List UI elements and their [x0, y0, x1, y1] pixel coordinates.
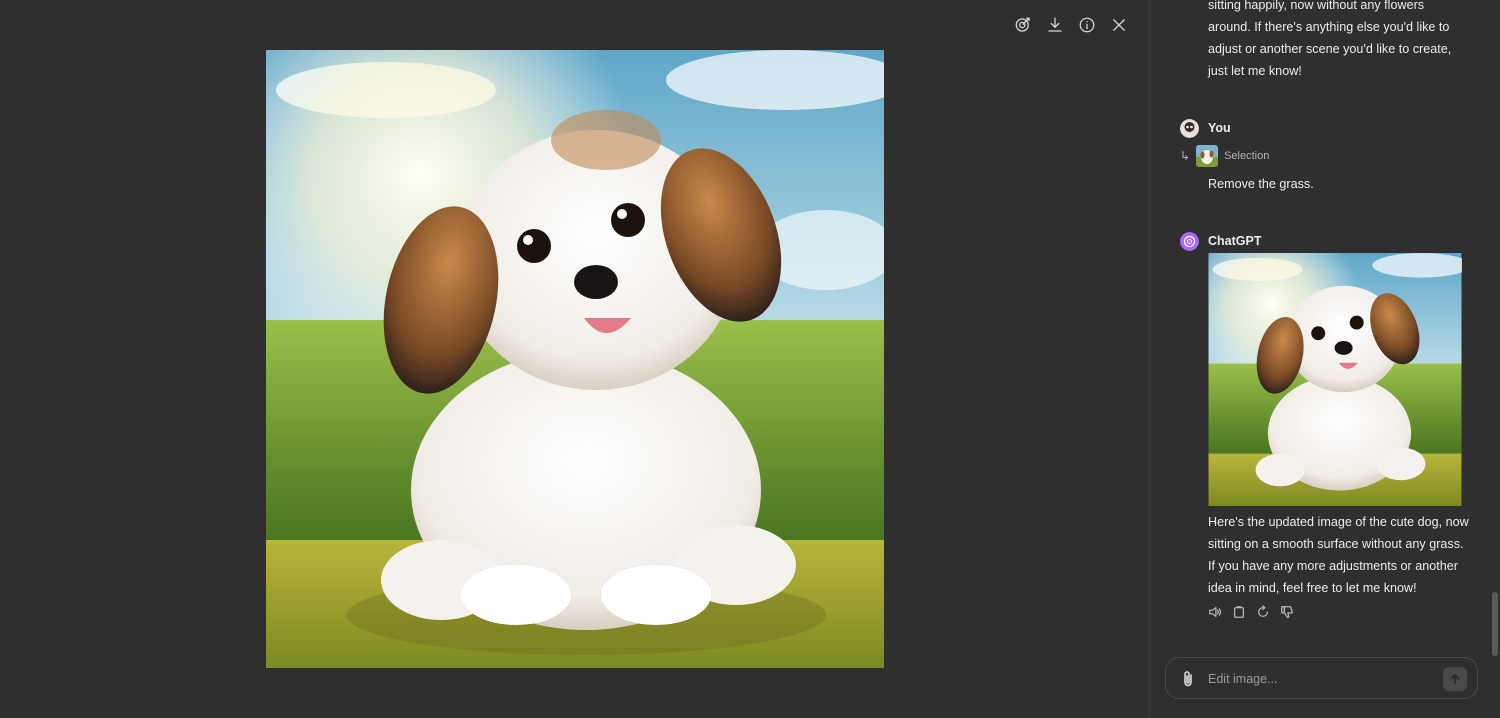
edit-selection-icon — [1015, 17, 1030, 32]
user-avatar — [1180, 119, 1199, 138]
regenerate-icon — [1257, 605, 1269, 618]
paperclip-icon — [1184, 671, 1192, 687]
user-message-text: Remove the grass. — [1208, 177, 1314, 191]
arrow-up-icon — [1450, 674, 1460, 684]
copy-icon — [1233, 606, 1245, 618]
regenerate-button[interactable] — [1256, 605, 1270, 619]
info-button[interactable] — [1077, 14, 1097, 36]
edit-selection-button[interactable] — [1013, 14, 1033, 36]
info-icon — [1079, 17, 1095, 33]
read-aloud-button[interactable] — [1208, 605, 1222, 619]
attach-button[interactable] — [1180, 670, 1196, 688]
download-icon — [1048, 17, 1062, 32]
user-author-name: You — [1208, 121, 1231, 135]
selection-thumbnail — [1196, 145, 1219, 167]
selection-reference[interactable]: ↳ Selection — [1180, 145, 1269, 167]
send-button[interactable] — [1443, 667, 1467, 691]
chatgpt-avatar — [1180, 232, 1199, 251]
close-icon — [1113, 19, 1125, 31]
viewer-toolbar — [1013, 14, 1129, 36]
thumbs-down-button[interactable] — [1280, 605, 1294, 619]
assistant-message: ChatGPT Here's the updated image of the … — [1180, 232, 1470, 622]
edit-image-input[interactable] — [1208, 668, 1428, 690]
previous-assistant-message: sitting happily, now without any flowers… — [1208, 0, 1452, 78]
dog-image — [266, 50, 884, 668]
thumbs-down-icon — [1281, 606, 1293, 619]
read-aloud-icon — [1209, 606, 1222, 618]
download-button[interactable] — [1045, 14, 1065, 36]
reply-arrow-icon: ↳ — [1180, 149, 1191, 163]
user-message: You ↳ Selection Remove the grass. — [1180, 119, 1470, 199]
copy-button[interactable] — [1232, 605, 1246, 619]
assistant-message-text: Here's the updated image of the cute dog… — [1208, 515, 1469, 595]
generated-image-thumbnail[interactable] — [1208, 253, 1462, 506]
selection-label: Selection — [1224, 150, 1270, 162]
assistant-author-name: ChatGPT — [1208, 234, 1262, 248]
chat-scrollbar[interactable] — [1492, 592, 1498, 656]
app-root: sitting happily, now without any flowers… — [0, 0, 1500, 718]
close-button[interactable] — [1109, 14, 1129, 36]
message-actions — [1208, 605, 1294, 619]
image-viewer — [0, 0, 1149, 718]
chat-panel: sitting happily, now without any flowers… — [1150, 0, 1500, 718]
dog-illustration — [266, 50, 884, 668]
composer — [1165, 657, 1478, 699]
